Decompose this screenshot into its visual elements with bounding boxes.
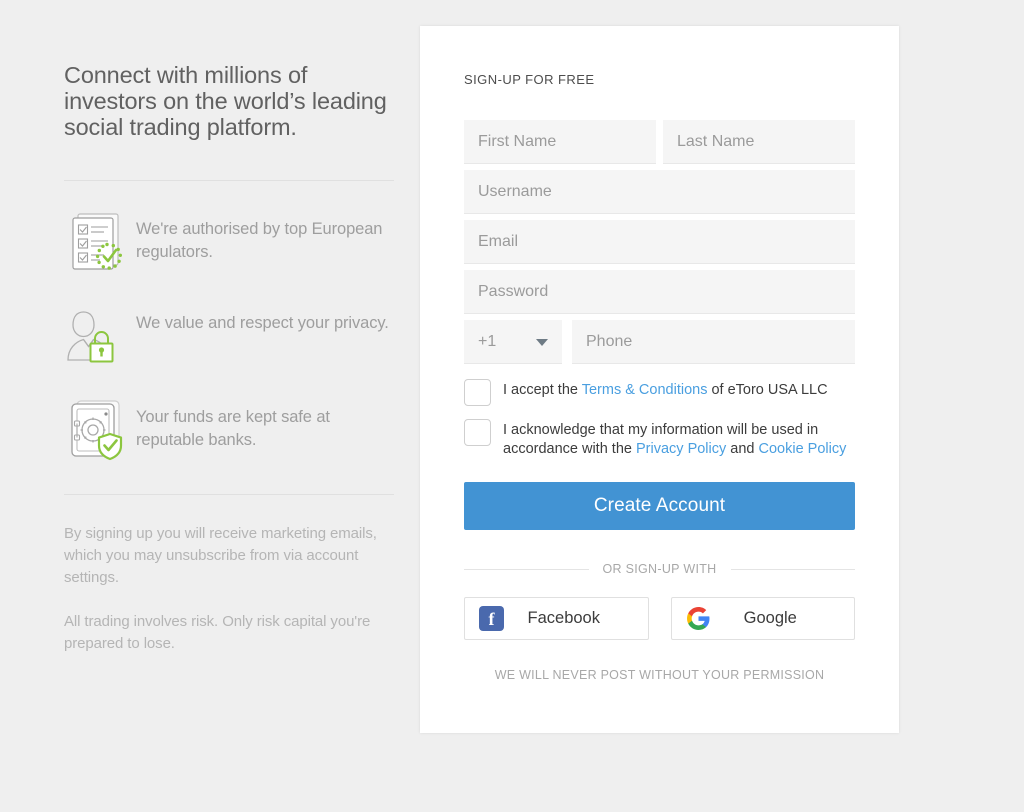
facebook-label: Facebook — [504, 609, 634, 628]
privacy-consent-row: I acknowledge that my information will b… — [464, 418, 855, 459]
divider-line-right — [731, 569, 856, 570]
signup-card: SIGN-UP FOR FREE +1 — [420, 26, 899, 733]
privacy-middle: and — [726, 441, 758, 457]
google-signup-button[interactable]: Google — [671, 597, 856, 640]
phone-input[interactable] — [572, 320, 855, 364]
signup-heading: SIGN-UP FOR FREE — [464, 72, 855, 87]
feature-item-funds: Your funds are kept safe at reputable ba… — [64, 397, 394, 463]
email-row — [464, 220, 855, 264]
email-input[interactable] — [464, 220, 855, 264]
signup-page: Connect with millions of investors on th… — [0, 0, 1024, 812]
feature-item-privacy: We value and respect your privacy. — [64, 303, 394, 369]
marketing-panel: Connect with millions of investors on th… — [64, 62, 394, 655]
regulation-checklist-icon — [64, 209, 136, 275]
terms-checkbox[interactable] — [464, 379, 491, 406]
google-icon — [686, 606, 711, 631]
terms-suffix: of eToro USA LLC — [707, 382, 827, 398]
divider-label: OR SIGN-UP WITH — [589, 562, 731, 576]
cookie-policy-link[interactable]: Cookie Policy — [759, 441, 847, 457]
terms-and-conditions-link[interactable]: Terms & Conditions — [582, 382, 708, 398]
divider-bottom — [64, 494, 394, 495]
divider-top — [64, 180, 394, 181]
feature-label: We're authorised by top European regulat… — [136, 209, 394, 264]
terms-consent-row: I accept the Terms & Conditions of eToro… — [464, 378, 855, 406]
feature-label: Your funds are kept safe at reputable ba… — [136, 397, 394, 452]
facebook-signup-button[interactable]: Facebook — [464, 597, 649, 640]
permission-note: WE WILL NEVER POST WITHOUT YOUR PERMISSI… — [464, 668, 855, 682]
username-input[interactable] — [464, 170, 855, 214]
last-name-input[interactable] — [663, 120, 855, 164]
social-divider: OR SIGN-UP WITH — [464, 562, 855, 576]
marketing-consent-text: By signing up you will receive marketing… — [64, 523, 394, 589]
feature-label: We value and respect your privacy. — [136, 303, 389, 335]
legal-disclaimer: By signing up you will receive marketing… — [64, 523, 394, 655]
create-account-button[interactable]: Create Account — [464, 482, 855, 530]
country-code-select[interactable]: +1 — [464, 320, 562, 364]
facebook-icon — [479, 606, 504, 631]
password-row — [464, 270, 855, 314]
safe-vault-shield-icon — [64, 397, 136, 463]
risk-warning-text: All trading involves risk. Only risk cap… — [64, 611, 394, 655]
consent-checkboxes: I accept the Terms & Conditions of eToro… — [464, 378, 855, 459]
terms-prefix: I accept the — [503, 382, 582, 398]
password-input[interactable] — [464, 270, 855, 314]
feature-item-regulation: We're authorised by top European regulat… — [64, 209, 394, 275]
privacy-label: I acknowledge that my information will b… — [503, 418, 855, 459]
google-label: Google — [711, 609, 841, 628]
feature-list: We're authorised by top European regulat… — [64, 209, 394, 463]
terms-label: I accept the Terms & Conditions of eToro… — [503, 378, 828, 400]
privacy-person-lock-icon — [64, 303, 136, 369]
social-buttons: Facebook Google — [464, 597, 855, 640]
country-code-value: +1 — [478, 333, 496, 351]
first-name-input[interactable] — [464, 120, 656, 164]
phone-row: +1 — [464, 320, 855, 364]
name-row — [464, 120, 855, 164]
page-title: Connect with millions of investors on th… — [64, 62, 394, 140]
divider-line-left — [464, 569, 589, 570]
privacy-checkbox[interactable] — [464, 419, 491, 446]
username-row — [464, 170, 855, 214]
chevron-down-icon — [536, 339, 548, 346]
privacy-policy-link[interactable]: Privacy Policy — [636, 441, 726, 457]
signup-form: +1 I accept the Terms & Conditions of eT… — [464, 120, 855, 682]
